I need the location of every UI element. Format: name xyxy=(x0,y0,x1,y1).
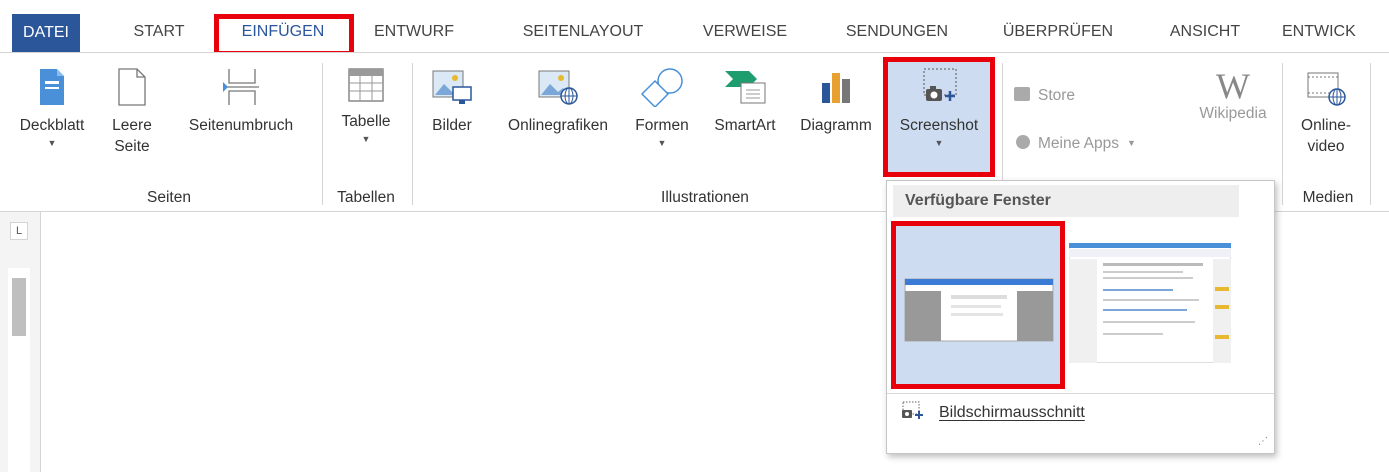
formen-label: Formen xyxy=(635,117,689,134)
apps-icon xyxy=(1016,135,1030,149)
group-separator xyxy=(1282,63,1283,205)
seitenumbruch-button[interactable]: Seitenumbruch xyxy=(170,59,312,136)
bilder-label: Bilder xyxy=(432,117,472,134)
group-separator xyxy=(412,63,413,205)
deckblatt-button[interactable]: Deckblatt ▼ xyxy=(4,59,100,150)
bilder-button[interactable]: Bilder xyxy=(422,59,482,136)
group-separator xyxy=(322,63,323,205)
window-preview-2 xyxy=(1068,242,1232,364)
chevron-down-icon: ▼ xyxy=(934,138,944,148)
table-icon xyxy=(348,68,384,102)
onlinevideo-label-2: video xyxy=(1307,138,1345,155)
chart-icon xyxy=(822,73,850,103)
smartart-icon xyxy=(725,71,766,104)
onlinegrafiken-label: Onlinegrafiken xyxy=(508,117,608,134)
store-button[interactable]: Store xyxy=(1014,87,1075,105)
tab-datei[interactable]: DATEI xyxy=(12,14,80,52)
window-preview-1 xyxy=(895,225,1061,385)
meine-apps-label: Meine Apps xyxy=(1038,135,1119,152)
online-video-icon xyxy=(1307,72,1346,106)
group-label-seiten: Seiten xyxy=(147,189,191,206)
ruler-margin xyxy=(12,278,26,336)
blank-page-icon xyxy=(118,68,146,106)
wikipedia-button[interactable]: W Wikipedia xyxy=(1188,59,1278,124)
tabelle-button[interactable]: Tabelle ▼ xyxy=(334,59,398,146)
tab-seitenlayout[interactable]: SEITENLAYOUT xyxy=(502,14,664,50)
chevron-down-icon: ▼ xyxy=(1127,138,1136,148)
diagramm-button[interactable]: Diagramm xyxy=(790,59,882,136)
window-thumbnail-2[interactable] xyxy=(1068,242,1232,364)
onlinegrafiken-button[interactable]: Onlinegrafiken xyxy=(486,59,630,136)
deckblatt-label: Deckblatt xyxy=(19,117,85,134)
onlinevideo-button[interactable]: Online- video xyxy=(1290,59,1362,157)
online-pictures-icon xyxy=(538,70,578,105)
smartart-button[interactable]: SmartArt xyxy=(702,59,788,136)
seitenumbruch-label: Seitenumbruch xyxy=(188,117,294,134)
tab-einfuegen[interactable]: EINFÜGEN xyxy=(216,14,350,50)
tab-ueberpruefen[interactable]: ÜBERPRÜFEN xyxy=(986,14,1130,50)
chevron-down-icon: ▼ xyxy=(47,138,57,148)
wikipedia-icon: W xyxy=(1216,66,1250,106)
tab-sendungen[interactable]: SENDUNGEN xyxy=(826,14,968,50)
chevron-down-icon: ▼ xyxy=(657,138,667,148)
shapes-icon xyxy=(640,68,683,107)
store-bag-icon xyxy=(1014,87,1030,101)
page-break-icon xyxy=(223,69,259,105)
leere-seite-label-1: Leere xyxy=(112,117,152,134)
smartart-label: SmartArt xyxy=(714,117,776,134)
screenshot-button[interactable]: Screenshot ▼ xyxy=(886,59,992,177)
tab-ansicht[interactable]: ANSICHT xyxy=(1150,14,1260,50)
screen-clipping-icon xyxy=(902,401,923,419)
formen-button[interactable]: Formen ▼ xyxy=(626,59,698,150)
screen-clipping-item[interactable]: Bildschirmausschnitt xyxy=(901,401,1085,422)
meine-apps-button[interactable]: Meine Apps ▼ xyxy=(1016,135,1136,153)
tab-entwurf[interactable]: ENTWURF xyxy=(362,14,466,50)
screenshot-dropdown: Verfügbare Fenster Bildschirmausschnitt … xyxy=(886,180,1275,454)
group-label-medien: Medien xyxy=(1302,189,1354,206)
tab-verweise[interactable]: VERWEISE xyxy=(690,14,800,50)
tab-entwicklertools[interactable]: ENTWICK xyxy=(1282,14,1389,50)
store-label: Store xyxy=(1038,87,1076,104)
screen-clipping-label: Bildschirmausschnitt xyxy=(939,404,1085,421)
leere-seite-label-2: Seite xyxy=(114,138,150,155)
dropdown-separator xyxy=(887,393,1274,394)
vertical-ruler[interactable] xyxy=(8,268,30,472)
resize-grip-icon[interactable]: ⋰ xyxy=(1258,436,1268,447)
tab-stop-selector[interactable]: L xyxy=(10,222,28,240)
group-label-tabellen: Tabellen xyxy=(337,189,395,206)
group-label-illustrationen: Illustrationen xyxy=(661,189,749,206)
tab-start[interactable]: START xyxy=(114,14,204,50)
wikipedia-label: Wikipedia xyxy=(1199,105,1267,122)
group-separator xyxy=(1370,63,1371,205)
ribbon-tab-bar: DATEI START EINFÜGEN ENTWURF SEITENLAYOU… xyxy=(0,0,1389,56)
diagramm-label: Diagramm xyxy=(800,117,872,134)
screenshot-label: Screenshot xyxy=(899,117,979,134)
window-thumbnail-1[interactable] xyxy=(895,225,1061,385)
chevron-down-icon: ▼ xyxy=(361,134,371,144)
tabelle-label: Tabelle xyxy=(341,113,391,130)
screenshot-icon xyxy=(923,68,957,101)
available-windows-header: Verfügbare Fenster xyxy=(893,185,1239,217)
picture-icon xyxy=(432,70,472,104)
onlinevideo-label-1: Online- xyxy=(1301,117,1351,134)
leere-seite-button[interactable]: Leere Seite xyxy=(104,59,160,157)
cover-page-icon xyxy=(40,69,64,105)
